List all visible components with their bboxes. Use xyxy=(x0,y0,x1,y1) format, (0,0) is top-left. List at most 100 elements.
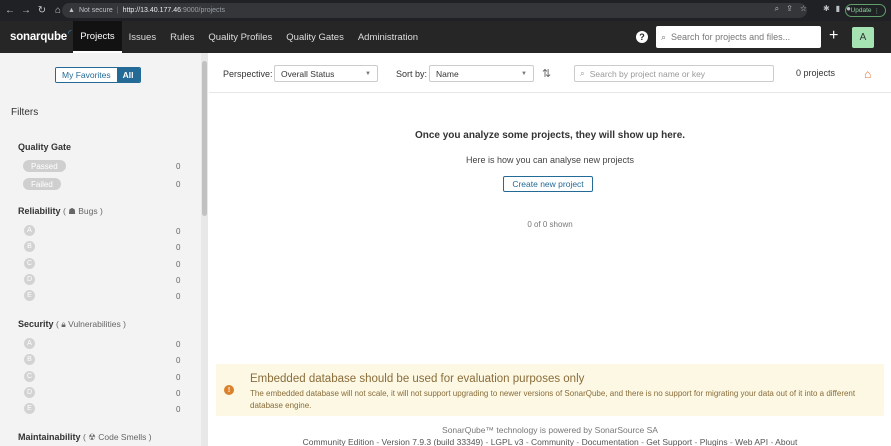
empty-state-title: Once you analyze some projects, they wil… xyxy=(414,130,686,141)
security-e-count: 0 xyxy=(176,405,181,414)
footer-links: Community Edition - Version 7.9.3 (build… xyxy=(302,437,798,446)
footer-link-webapi[interactable]: Web API xyxy=(735,437,768,446)
all-button[interactable]: All xyxy=(116,68,140,82)
logo-swoosh-icon: ◜ xyxy=(68,27,72,38)
star-icon[interactable]: ☆ xyxy=(800,4,807,14)
reliability-c-count: 0 xyxy=(176,260,181,269)
security-a-count: 0 xyxy=(176,340,181,349)
project-count: 0 projects xyxy=(796,68,836,78)
help-icon[interactable]: ? xyxy=(636,31,648,43)
footer-edition: Community Edition xyxy=(302,437,374,446)
code-smell-icon: ☢ xyxy=(88,432,96,442)
perspective-select[interactable]: Overall Status ▼ xyxy=(274,65,378,82)
reload-icon[interactable]: ↻ xyxy=(36,0,48,21)
quality-gate-heading: Quality Gate xyxy=(18,142,72,152)
footer-link-community[interactable]: Community xyxy=(531,437,574,446)
create-new-project-button[interactable]: Create new project xyxy=(503,176,593,192)
maintainability-heading: Maintainability ( ☢ Code Smells ) xyxy=(18,432,152,442)
nav-administration[interactable]: Administration xyxy=(351,21,425,53)
sidebar-scroll-thumb[interactable] xyxy=(202,61,207,216)
footer-link-support[interactable]: Get Support xyxy=(646,437,692,446)
shown-count: 0 of 0 shown xyxy=(527,220,573,229)
footer-link-about[interactable]: About xyxy=(775,437,797,446)
security-grade-a[interactable]: A xyxy=(24,338,35,349)
global-search-input[interactable]: ⌕ Search for projects and files... xyxy=(656,26,821,48)
update-label: Update xyxy=(850,7,872,14)
sidepanel-icon[interactable]: ▮ xyxy=(836,4,840,13)
reliability-b-count: 0 xyxy=(176,243,181,252)
address-bar[interactable]: ▲ Not secure | http://13.40.177.46:9000/… xyxy=(62,3,807,18)
nav-issues[interactable]: Issues xyxy=(122,21,163,53)
security-grade-d[interactable]: D xyxy=(24,387,35,398)
update-button[interactable]: Update ⋮ xyxy=(844,4,886,17)
alert-icon: ! xyxy=(224,385,234,395)
home-icon[interactable]: ⌂ xyxy=(864,67,871,81)
my-favorites-button[interactable]: My Favorites xyxy=(56,68,117,82)
url-path: :9000/projects xyxy=(181,7,225,14)
sort-direction-icon[interactable]: ⇅ xyxy=(542,67,551,80)
zoom-icon[interactable]: ⌕ xyxy=(775,4,779,14)
footer-version: Version 7.9.3 (build 33349) xyxy=(381,437,484,446)
forward-icon[interactable]: → xyxy=(20,0,32,21)
favorites-toggle: My Favorites All xyxy=(55,67,141,83)
avatar[interactable]: A xyxy=(852,27,874,48)
filter-failed[interactable]: Failed xyxy=(23,178,61,190)
reliability-grade-d[interactable]: D xyxy=(24,274,35,285)
more-icon: ⋮ xyxy=(873,7,881,15)
reliability-grade-a[interactable]: A xyxy=(24,225,35,236)
filters-title: Filters xyxy=(11,107,39,118)
reliability-grade-e[interactable]: E xyxy=(24,290,35,301)
warning-text: The embedded database will not scale, it… xyxy=(250,389,856,410)
reliability-heading: Reliability ( ☗ Bugs ) xyxy=(18,206,103,216)
projects-toolbar: Perspective: Overall Status ▼ Sort by: N… xyxy=(209,53,891,93)
sonarqube-logo[interactable]: sonarqube ◜ xyxy=(10,27,72,44)
project-search-input[interactable]: ⌕ Search by project name or key xyxy=(574,65,774,82)
reliability-grade-c[interactable]: C xyxy=(24,258,35,269)
global-search-placeholder: Search for projects and files... xyxy=(671,32,791,42)
warning-icon: ▲ xyxy=(68,7,75,14)
nav-rules[interactable]: Rules xyxy=(163,21,201,53)
security-d-count: 0 xyxy=(176,389,181,398)
reliability-e-count: 0 xyxy=(176,292,181,301)
embedded-db-warning: ! Embedded database should be used for e… xyxy=(216,364,884,416)
sort-by-label: Sort by: xyxy=(396,69,428,79)
filter-passed[interactable]: Passed xyxy=(23,160,66,172)
sort-select[interactable]: Name ▼ xyxy=(429,65,534,82)
security-grade-b[interactable]: B xyxy=(24,354,35,365)
back-icon[interactable]: ← xyxy=(4,0,16,21)
filters-sidebar: My Favorites All Filters Quality Gate Pa… xyxy=(0,53,208,446)
warning-title: Embedded database should be used for eva… xyxy=(250,373,585,385)
top-navigation: sonarqube ◜ Projects Issues Rules Quality… xyxy=(0,21,891,53)
bug-icon: ☗ xyxy=(68,206,76,216)
sidebar-scrollbar[interactable] xyxy=(201,53,208,446)
not-secure-label: Not secure xyxy=(78,7,113,14)
footer-link-license[interactable]: LGPL v3 xyxy=(491,437,524,446)
chevron-down-icon: ▼ xyxy=(365,71,371,77)
reliability-d-count: 0 xyxy=(176,276,181,285)
chevron-down-icon: ▼ xyxy=(521,71,527,77)
search-icon: ⌕ xyxy=(580,68,585,78)
share-icon[interactable]: ⇪ xyxy=(786,4,793,14)
search-icon: ⌕ xyxy=(661,31,667,42)
nav-projects[interactable]: Projects xyxy=(73,21,122,53)
reliability-a-count: 0 xyxy=(176,227,181,236)
security-b-count: 0 xyxy=(176,356,181,365)
security-heading: Security ( 🔒︎ Vulnerabilities ) xyxy=(18,319,126,329)
url-host: http://13.40.177.46 xyxy=(122,7,182,14)
extensions-icon[interactable]: ✱ xyxy=(823,4,830,13)
reliability-grade-b[interactable]: B xyxy=(24,241,35,252)
security-grade-c[interactable]: C xyxy=(24,371,35,382)
lock-icon: 🔒︎ xyxy=(61,319,66,329)
empty-state-subtitle: Here is how you can analyse new projects xyxy=(465,155,635,165)
failed-count: 0 xyxy=(176,180,181,189)
create-plus-icon[interactable]: + xyxy=(829,28,838,44)
footer-link-documentation[interactable]: Documentation xyxy=(582,437,639,446)
nav-quality-profiles[interactable]: Quality Profiles xyxy=(201,21,279,53)
perspective-label: Perspective: xyxy=(223,69,273,79)
footer-powered-by: SonarQube™ technology is powered by Sona… xyxy=(442,425,658,435)
nav-quality-gates[interactable]: Quality Gates xyxy=(279,21,351,53)
browser-toolbar: ← → ↻ ⌂ ▲ Not secure | http://13.40.177.… xyxy=(0,0,891,21)
footer-link-plugins[interactable]: Plugins xyxy=(700,437,728,446)
security-c-count: 0 xyxy=(176,373,181,382)
security-grade-e[interactable]: E xyxy=(24,403,35,414)
